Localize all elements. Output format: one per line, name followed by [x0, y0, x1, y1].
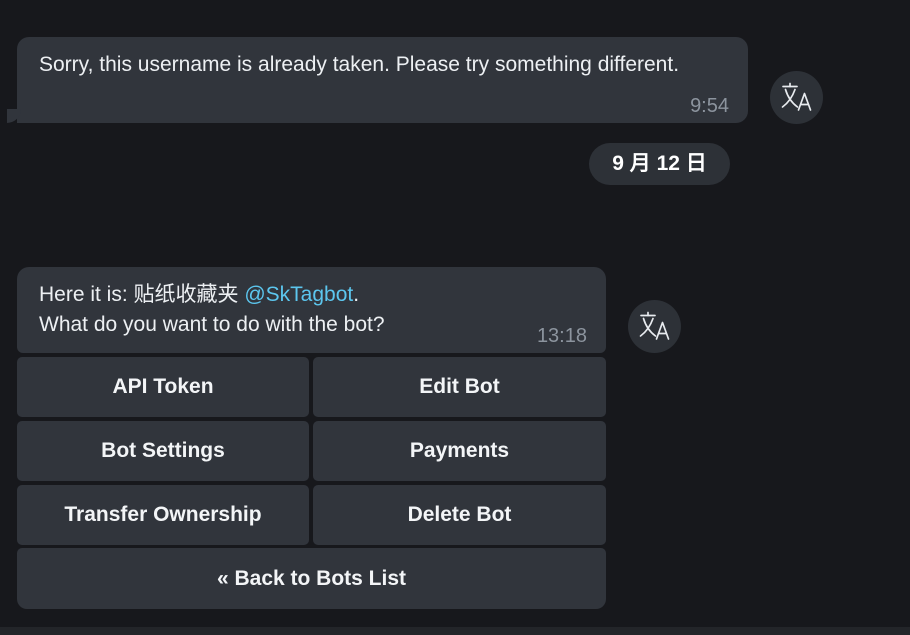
message-bubble: Sorry, this username is already taken. P… — [7, 37, 748, 123]
date-separator: 9 月 12 日 — [589, 143, 730, 185]
message-text-line-2: What do you want to do with the bot? — [39, 313, 385, 336]
message-text-prefix: Here it is: 贴纸收藏夹 — [39, 283, 245, 306]
message-time: 13:18 — [536, 325, 587, 347]
back-to-bots-list-button[interactable]: « Back to Bots List — [17, 548, 606, 609]
delete-bot-button[interactable]: Delete Bot — [313, 485, 606, 545]
translate-button[interactable] — [628, 300, 681, 353]
composer-edge — [0, 627, 910, 635]
transfer-ownership-button[interactable]: Transfer Ownership — [17, 485, 309, 545]
payments-button[interactable]: Payments — [313, 421, 606, 481]
message-time: 9:54 — [690, 95, 729, 117]
translate-icon — [781, 82, 812, 111]
api-token-button[interactable]: API Token — [17, 357, 309, 417]
translate-icon — [639, 311, 670, 340]
message-text: Sorry, this username is already taken. P… — [39, 53, 680, 76]
message-bubble: Here it is: 贴纸收藏夹 @SkTagbot. What do you… — [17, 267, 606, 353]
message-text-line-1: Here it is: 贴纸收藏夹 @SkTagbot. — [39, 280, 584, 310]
bot-settings-button[interactable]: Bot Settings — [17, 421, 309, 481]
translate-button[interactable] — [770, 71, 823, 124]
bot-mention-link[interactable]: @SkTagbot — [244, 283, 353, 306]
edit-bot-button[interactable]: Edit Bot — [313, 357, 606, 417]
message-text-suffix: . — [353, 283, 360, 306]
